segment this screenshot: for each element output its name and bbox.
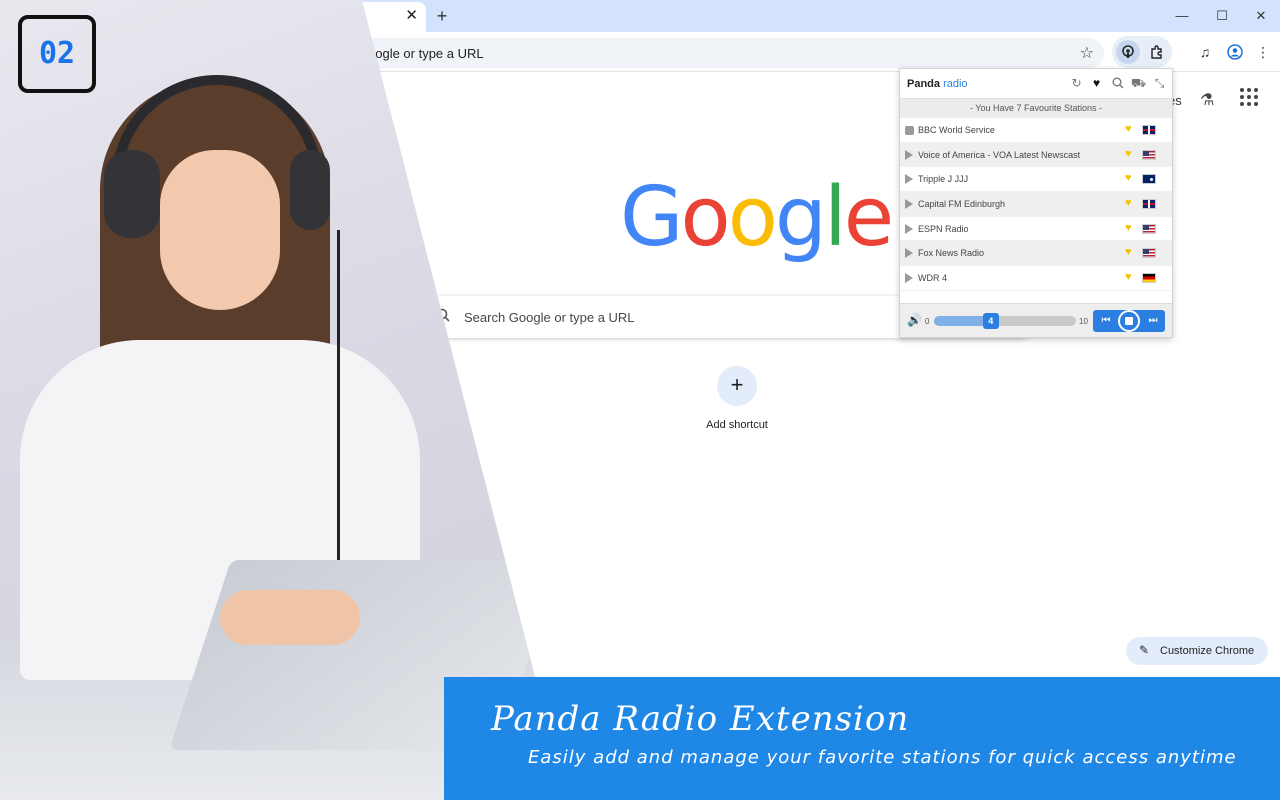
station-row[interactable]: Voice of America - VOA Latest Newscast ♥: [900, 143, 1172, 168]
play-icon[interactable]: [905, 150, 913, 160]
station-row[interactable]: Capital FM Edinburgh ♥: [900, 192, 1172, 217]
play-icon[interactable]: [905, 174, 913, 184]
volume-min-label: 0: [925, 317, 929, 326]
australia-flag-icon: [1142, 174, 1156, 184]
media-control-icon[interactable]: ♫: [1195, 42, 1215, 62]
headphones-cable: [310, 230, 340, 610]
heart-icon[interactable]: ♥: [1125, 148, 1132, 160]
podcast-icon: [1121, 45, 1135, 59]
play-icon[interactable]: [905, 224, 913, 234]
banner-subtitle: Easily add and manage your favorite stat…: [528, 747, 1237, 768]
banner-title: Panda Radio Extension: [491, 699, 909, 739]
add-shortcut-tile[interactable]: + Add shortcut: [697, 366, 777, 431]
pencil-icon: ✎: [1139, 643, 1149, 657]
google-apps-icon[interactable]: [1240, 88, 1260, 108]
stop-icon[interactable]: [905, 126, 914, 135]
panda-radio-extension-icon[interactable]: [1116, 40, 1140, 64]
brand-light: radio: [943, 78, 967, 90]
station-list: BBC World Service ♥ Voice of America - V…: [900, 118, 1172, 291]
station-name: WDR 4: [918, 273, 947, 283]
customize-chrome-button[interactable]: ✎ Customize Chrome: [1126, 637, 1268, 665]
us-flag-icon: [1142, 248, 1156, 258]
logo-letter: e: [844, 172, 891, 264]
volume-max-label: 10: [1079, 317, 1088, 326]
maximize-button[interactable]: ☐: [1212, 6, 1232, 26]
headphones-ear-cup: [290, 150, 330, 230]
search-icon[interactable]: [1110, 76, 1125, 91]
logo-letter: o: [681, 172, 728, 264]
station-row[interactable]: ESPN Radio ♥: [900, 217, 1172, 242]
play-icon[interactable]: [905, 248, 913, 258]
address-text: oogle or type a URL: [368, 46, 484, 61]
station-row[interactable]: Tripple J JJJ ♥: [900, 167, 1172, 192]
customize-chrome-label: Customize Chrome: [1160, 645, 1254, 657]
labs-flask-icon[interactable]: ⚗: [1200, 90, 1214, 110]
new-tab-button[interactable]: +: [433, 4, 451, 28]
station-row[interactable]: BBC World Service ♥: [900, 118, 1172, 143]
station-name: BBC World Service: [918, 125, 995, 135]
germany-flag-icon: [1142, 273, 1156, 283]
close-window-button[interactable]: ✕: [1251, 6, 1271, 26]
station-name: Tripple J JJJ: [918, 174, 968, 184]
panda-radio-popup: Panda radio ↻ ♥ ⛟ ⤡ - You Have 7 Favouri…: [899, 68, 1173, 338]
play-icon[interactable]: [905, 199, 913, 209]
station-row[interactable]: Fox News Radio ♥: [900, 241, 1172, 266]
google-logo: Google: [620, 172, 891, 264]
search-placeholder: Search Google or type a URL: [464, 310, 635, 325]
heart-icon[interactable]: ♥: [1125, 222, 1132, 234]
refresh-icon[interactable]: ↻: [1069, 76, 1084, 91]
player-footer: 🔊 0 4 10 ⏮ ⏭: [900, 303, 1172, 337]
add-shortcut-label: Add shortcut: [697, 419, 777, 431]
step-number-badge: 02: [18, 15, 96, 93]
popup-header: Panda radio ↻ ♥ ⛟ ⤡: [900, 69, 1172, 99]
station-name: Capital FM Edinburgh: [918, 199, 1005, 209]
bookmark-star-icon[interactable]: ☆: [1080, 43, 1094, 63]
favourites-header: - You Have 7 Favourite Stations -: [900, 99, 1172, 118]
tab-close-icon[interactable]: ✕: [405, 7, 418, 25]
station-name: Voice of America - VOA Latest Newscast: [918, 150, 1080, 160]
us-flag-icon: [1142, 224, 1156, 234]
basket-icon[interactable]: ⛟: [1131, 76, 1146, 91]
station-name: Fox News Radio: [918, 248, 984, 258]
station-name: ESPN Radio: [918, 224, 969, 234]
favourites-heart-icon[interactable]: ♥: [1089, 76, 1104, 91]
brand-bold: Panda: [907, 78, 940, 90]
heart-icon[interactable]: ♥: [1125, 197, 1132, 209]
heart-icon[interactable]: ♥: [1125, 172, 1132, 184]
heart-icon[interactable]: ♥: [1125, 246, 1132, 258]
volume-icon[interactable]: 🔊: [907, 313, 922, 327]
stop-button[interactable]: [1118, 310, 1140, 332]
extension-pill: [1112, 36, 1172, 68]
previous-track-icon[interactable]: ⏮: [1097, 310, 1115, 332]
plus-icon: +: [717, 366, 757, 406]
station-row[interactable]: WDR 4 ♥: [900, 266, 1172, 291]
logo-letter: o: [728, 172, 775, 264]
heart-icon[interactable]: ♥: [1125, 271, 1132, 283]
playback-controls: ⏮ ⏭: [1093, 310, 1165, 332]
logo-letter: l: [824, 172, 844, 264]
uk-flag-icon: [1142, 199, 1156, 209]
popup-brand: Panda radio: [907, 78, 968, 90]
chrome-menu-icon[interactable]: ⋮: [1253, 42, 1273, 62]
volume-slider[interactable]: 4: [934, 316, 1076, 326]
address-bar[interactable]: oogle or type a URL ☆: [300, 38, 1104, 68]
headphones-ear-cup: [104, 150, 160, 238]
logo-letter: G: [620, 172, 681, 264]
minimize-button[interactable]: —: [1172, 6, 1192, 26]
logo-letter: g: [775, 172, 824, 264]
hand: [220, 590, 360, 645]
play-icon[interactable]: [905, 273, 913, 283]
next-track-icon[interactable]: ⏭: [1144, 310, 1162, 332]
promo-banner: Panda Radio Extension Easily add and man…: [444, 677, 1280, 800]
volume-slider-thumb[interactable]: 4: [983, 313, 999, 329]
extensions-puzzle-icon[interactable]: [1145, 40, 1169, 64]
heart-icon[interactable]: ♥: [1125, 123, 1132, 135]
uk-flag-icon: [1142, 125, 1156, 135]
profile-avatar-icon[interactable]: [1225, 42, 1245, 62]
collapse-icon[interactable]: ⤡: [1152, 76, 1167, 91]
us-flag-icon: [1142, 150, 1156, 160]
